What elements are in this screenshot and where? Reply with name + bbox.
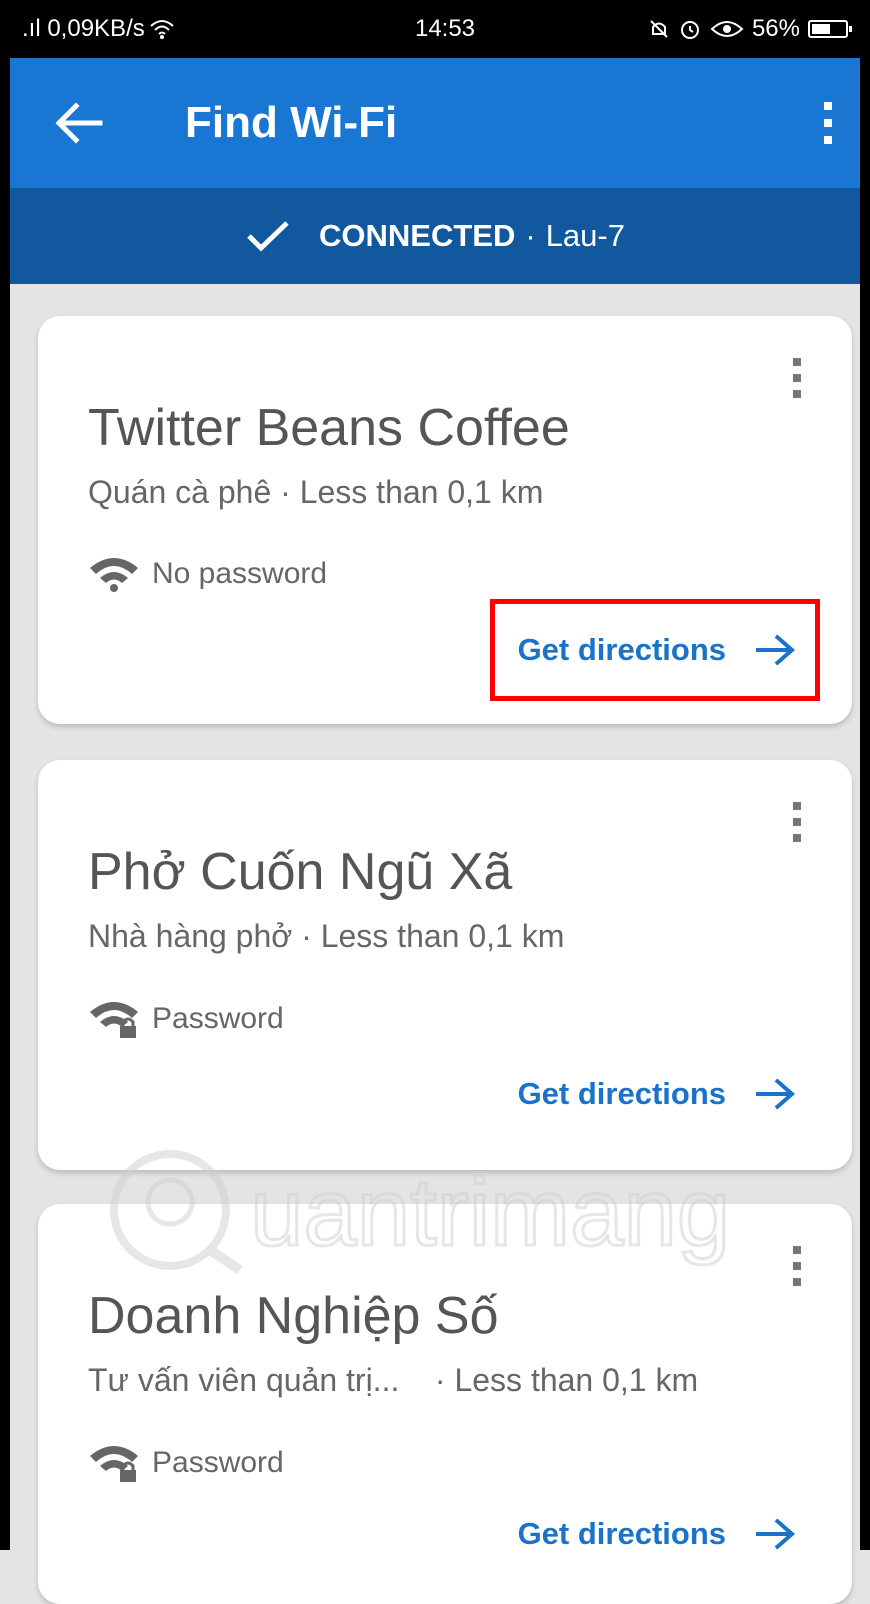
wifi-label: No password: [152, 557, 328, 590]
annotation-highlight-box: [490, 599, 820, 701]
connected-network-name: Lau-7: [545, 218, 625, 253]
app-bar: Find Wi-Fi: [0, 58, 870, 188]
wifi-label: Password: [152, 1446, 284, 1479]
svg-text:uantrimang: uantrimang: [250, 1159, 730, 1266]
spot-subtitle: Tư vấn viên quản trị... · Less than 0,1 …: [88, 1362, 699, 1398]
wifi-lock-icon: [90, 1002, 138, 1038]
alarm-off-icon: [650, 20, 668, 38]
spot-name: Phở Cuốn Ngũ Xã: [88, 843, 513, 901]
arrow-forward-icon: [756, 1078, 796, 1110]
wifi-lock-icon: [90, 1446, 138, 1482]
connection-status-bar: CONNECTED · Lau-7: [0, 188, 870, 284]
spot-name: Doanh Nghiệp Số: [88, 1287, 499, 1345]
card-more-vert-icon[interactable]: [790, 356, 804, 400]
wifi-status: Password: [88, 1000, 284, 1038]
battery-percent: 56%: [751, 15, 800, 42]
battery-icon: [808, 20, 852, 38]
connection-status: CONNECTED: [319, 218, 516, 253]
more-vert-icon[interactable]: [808, 96, 848, 150]
spot-subtitle: Quán cà phê · Less than 0,1 km: [88, 474, 544, 510]
checkmark-icon: [247, 221, 289, 252]
wifi-spot-card[interactable]: Phở Cuốn Ngũ Xã Nhà hàng phở · Less than…: [38, 760, 852, 1170]
wifi-status: Password: [88, 1444, 284, 1482]
eye-icon: [710, 21, 744, 37]
spot-subtitle: Nhà hàng phở · Less than 0,1 km: [88, 918, 565, 954]
quantrimang-watermark-logo: uantrimang: [110, 1150, 732, 1275]
get-directions-button[interactable]: Get directions: [518, 1516, 796, 1552]
wifi-status: No password: [88, 556, 327, 592]
alarm-clock-icon: [680, 21, 699, 39]
wifi-icon: [90, 558, 138, 592]
connection-separator: ·: [525, 218, 536, 253]
battery-fill: [812, 24, 830, 34]
arrow-forward-icon: [756, 1518, 796, 1550]
arrow-back-icon[interactable]: [52, 96, 106, 150]
get-directions-button[interactable]: Get directions: [518, 1076, 796, 1112]
get-directions-label: Get directions: [517, 1076, 726, 1111]
status-bar-right: 56%: [648, 15, 852, 43]
spot-name: Twitter Beans Coffee: [88, 399, 570, 457]
wifi-label: Password: [152, 1002, 284, 1035]
card-more-vert-icon[interactable]: [790, 800, 804, 844]
page-title: Find Wi-Fi: [185, 98, 398, 147]
get-directions-label: Get directions: [517, 1516, 726, 1551]
status-bar: .ıl 0,09KB/s 14:53 56%: [0, 0, 870, 58]
